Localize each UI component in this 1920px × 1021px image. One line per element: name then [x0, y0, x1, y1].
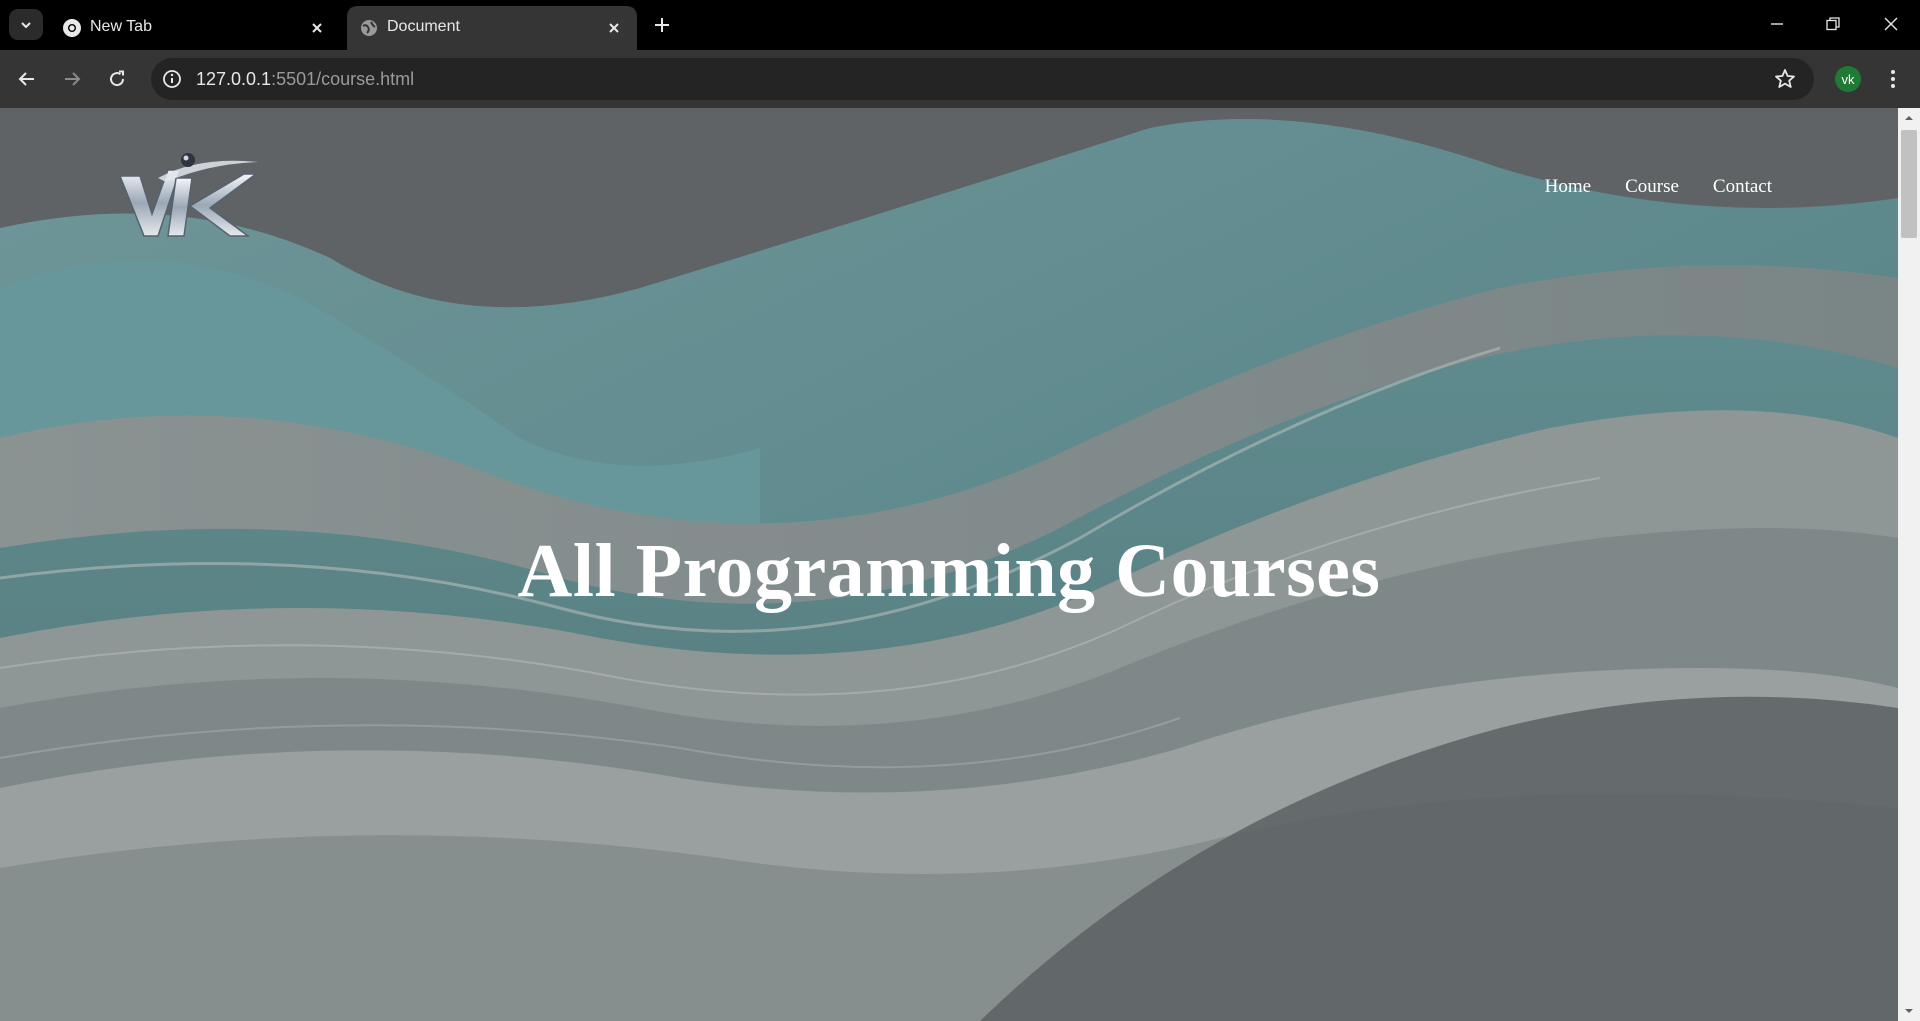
tab-document[interactable]: Document [347, 6, 637, 50]
page-viewport: Home Course Contact All Programming Cour… [0, 108, 1898, 1021]
hero-title: All Programming Courses [517, 529, 1381, 613]
reload-icon [110, 70, 125, 87]
restore-icon [1826, 17, 1840, 31]
browser-toolbar: 127.0.0.1:5501/course.html vk [0, 50, 1920, 108]
plus-icon [655, 18, 669, 32]
url-host: 127.0.0.1 [196, 69, 272, 89]
nav-course-link[interactable]: Course [1625, 176, 1679, 198]
url-text[interactable]: 127.0.0.1:5501/course.html [196, 69, 414, 90]
bookmark-star-icon[interactable] [1774, 68, 1796, 90]
tab-title: New Tab [90, 18, 152, 35]
nav-home-link[interactable]: Home [1545, 176, 1591, 198]
nav-contact-link[interactable]: Contact [1713, 176, 1772, 198]
arrow-right-icon [65, 72, 81, 86]
new-tab-button[interactable] [650, 11, 674, 39]
minimize-icon [1771, 23, 1783, 25]
scroll-up-arrow-icon[interactable] [1903, 112, 1915, 124]
minimize-button[interactable] [1757, 10, 1797, 38]
back-button[interactable] [12, 64, 42, 94]
globe-icon [361, 20, 377, 36]
forward-button[interactable] [57, 64, 87, 94]
profile-avatar[interactable]: vk [1835, 66, 1861, 92]
url-path: :5501/course.html [271, 69, 415, 89]
restore-button[interactable] [1813, 10, 1853, 38]
close-window-button[interactable] [1871, 10, 1911, 38]
close-icon [609, 23, 619, 33]
tab-search-button[interactable] [9, 9, 43, 40]
close-icon [1884, 17, 1898, 31]
page-scrollbar[interactable] [1898, 108, 1920, 1021]
scroll-down-arrow-icon[interactable] [1903, 1005, 1915, 1017]
chevron-down-icon [21, 21, 31, 28]
close-tab-button[interactable] [603, 17, 625, 39]
browser-menu-button[interactable] [1880, 64, 1906, 94]
reload-button[interactable] [102, 64, 132, 94]
close-icon [312, 23, 322, 33]
address-bar[interactable]: 127.0.0.1:5501/course.html [151, 58, 1814, 100]
more-vertical-icon [1891, 70, 1895, 88]
site-info-icon[interactable] [161, 68, 183, 90]
tab-strip: New Tab Document [0, 0, 1920, 50]
chrome-icon [63, 19, 81, 37]
arrow-left-icon [18, 72, 34, 86]
tab-new-tab[interactable]: New Tab [50, 6, 340, 50]
site-nav: Home Course Contact [1545, 176, 1772, 198]
tab-title: Document [387, 18, 460, 35]
site-logo[interactable] [118, 148, 260, 238]
scrollbar-thumb[interactable] [1901, 130, 1917, 238]
close-tab-button[interactable] [306, 17, 328, 39]
